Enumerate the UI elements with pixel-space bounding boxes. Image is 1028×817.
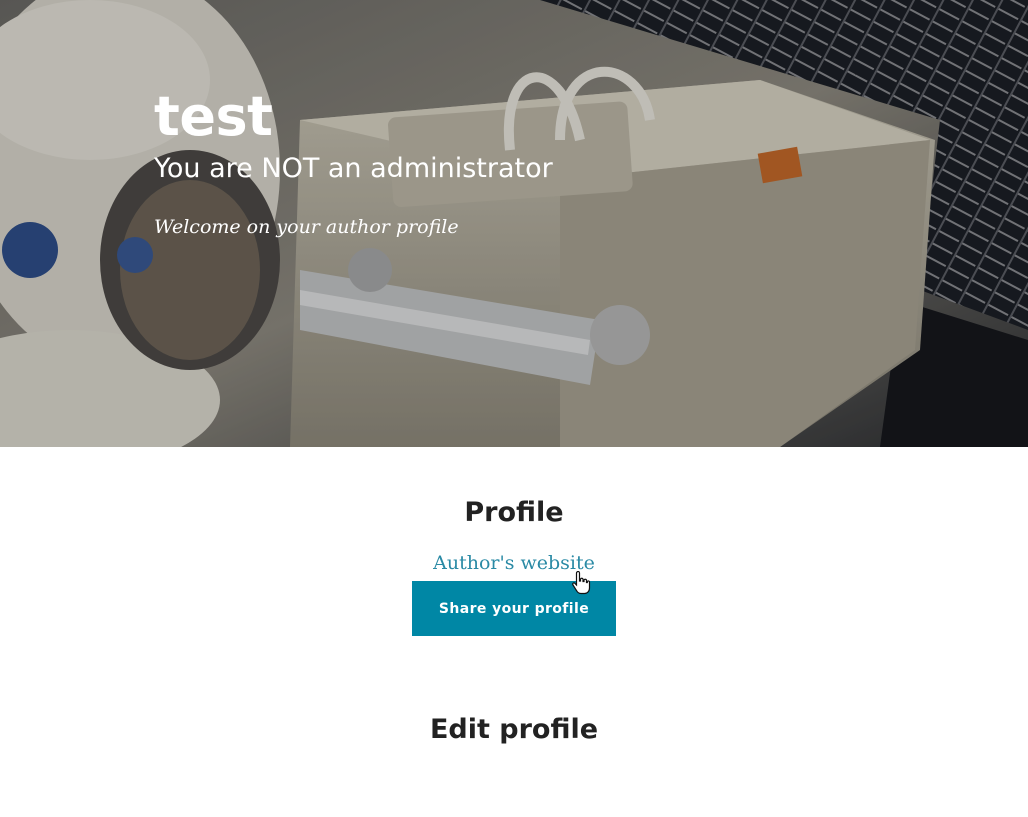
- share-wrap: Share your profile: [0, 581, 1028, 636]
- hero-banner: test You are NOT an administrator Welcom…: [0, 0, 1028, 447]
- profile-heading: Profile: [464, 497, 564, 528]
- page-meta: Welcome on your author profile: [154, 216, 459, 238]
- hand-pointer-cursor-icon: [572, 571, 591, 595]
- main-content: Profile Author's website Share your prof…: [0, 447, 1028, 748]
- edit-profile-heading: Edit profile: [429, 714, 599, 745]
- hero-text-block: test You are NOT an administrator Welcom…: [154, 82, 553, 240]
- page-subtitle: You are NOT an administrator: [154, 153, 553, 184]
- page-title: test: [154, 85, 273, 148]
